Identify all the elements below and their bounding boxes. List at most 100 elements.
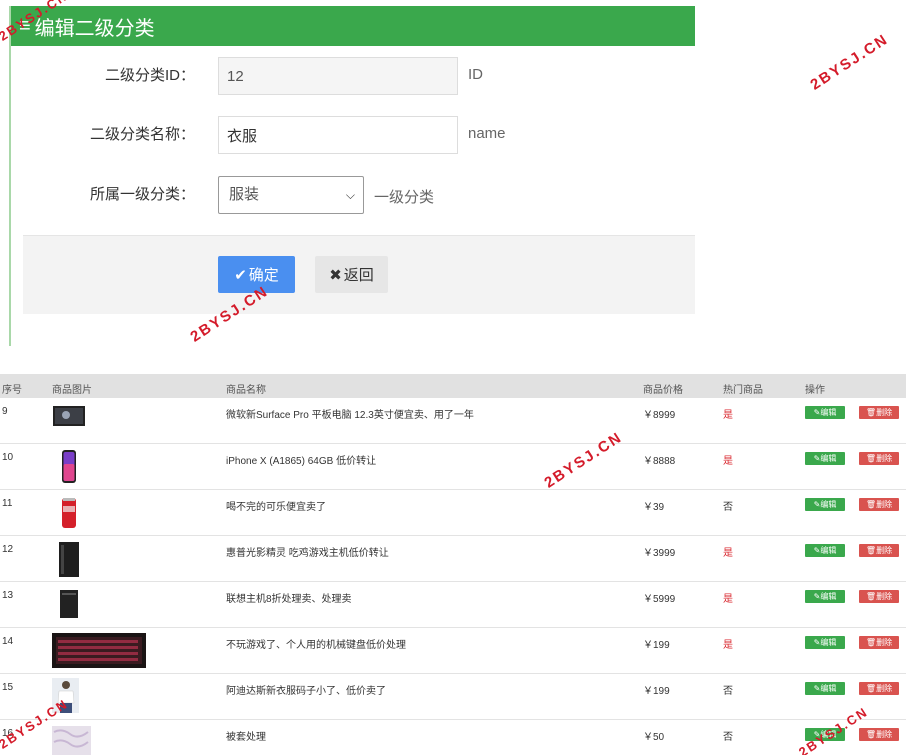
id-input[interactable]: [218, 57, 458, 95]
row-price: ￥3999: [643, 548, 676, 559]
name-label: 二级分类名称：: [89, 126, 195, 143]
edit-icon: ✎: [813, 500, 821, 509]
trash-icon: 🗑: [865, 500, 877, 509]
surface-image: [53, 406, 85, 426]
trash-icon: 🗑: [865, 730, 877, 739]
table-row: 12 惠普光影精灵 吃鸡游戏主机低价转让 ￥3999 是 ✎ 编辑 🗑 删除: [0, 536, 906, 582]
parent-hint: 一级分类: [374, 189, 435, 206]
parent-label: 所属一级分类：: [89, 186, 195, 203]
delete-button[interactable]: 🗑 删除: [859, 544, 899, 557]
delete-button[interactable]: 🗑 删除: [859, 636, 899, 649]
row-no: 12: [2, 544, 14, 555]
row-hot: 是: [723, 410, 733, 421]
table-header: 序号 商品图片 商品名称 商品价格 热门商品 操作: [0, 374, 906, 398]
header-actions: 操作: [805, 385, 825, 396]
edit-button[interactable]: ✎ 编辑: [805, 498, 845, 511]
row-name: 阿迪达斯新衣服码子小了、低价卖了: [226, 686, 386, 697]
lenovo-pc-image: [60, 590, 78, 618]
panel-header: ≡ 编辑二级分类: [11, 6, 695, 46]
row-name: 被套处理: [226, 732, 266, 743]
quilt-cover-image: [52, 726, 91, 755]
row-no: 11: [2, 498, 13, 509]
table-row: 11 喝不完的可乐便宜卖了 ￥39 否 ✎ 编辑 🗑 删除: [0, 490, 906, 536]
header-name: 商品名称: [226, 385, 266, 396]
row-hot: 是: [723, 594, 733, 605]
row-price: ￥199: [643, 640, 670, 651]
trash-icon: 🗑: [865, 592, 877, 601]
row-hot: 是: [723, 640, 733, 651]
row-no: 10: [2, 452, 14, 463]
table-row: 15 阿迪达斯新衣服码子小了、低价卖了 ￥199 否 ✎ 编辑 🗑 删除: [0, 674, 906, 720]
row-no: 13: [2, 590, 14, 601]
row-name: 联想主机8折处理卖、处理卖: [226, 594, 352, 605]
close-icon: ✖: [329, 266, 342, 284]
edit-icon: ✎: [813, 546, 821, 555]
row-price: ￥199: [643, 686, 670, 697]
table-row: 14 不玩游戏了、个人用的机械键盘低价处理 ￥199 是 ✎ 编辑 🗑 删除: [0, 628, 906, 674]
delete-button[interactable]: 🗑 删除: [859, 682, 899, 695]
form-row-parent: 所属一级分类： 服装 ⌵ 一级分类: [11, 176, 695, 216]
parent-category-select[interactable]: 服装 ⌵: [218, 176, 364, 214]
trash-icon: 🗑: [865, 408, 877, 417]
delete-button[interactable]: 🗑 删除: [859, 498, 899, 511]
row-no: 15: [2, 682, 14, 693]
edit-button[interactable]: ✎ 编辑: [805, 406, 845, 419]
confirm-label: 确定: [248, 267, 279, 284]
row-name: 惠普光影精灵 吃鸡游戏主机低价转让: [226, 548, 389, 559]
row-no: 9: [2, 406, 8, 417]
edit-button[interactable]: ✎ 编辑: [805, 452, 845, 465]
delete-button[interactable]: 🗑 删除: [859, 452, 899, 465]
trash-icon: 🗑: [865, 684, 877, 693]
parent-selected-value: 服装: [229, 186, 260, 203]
watermark: 2BYSJ.CN: [807, 30, 892, 94]
id-label: 二级分类ID：: [104, 67, 195, 84]
iphone-image: [62, 450, 76, 483]
row-name: 微软新Surface Pro 平板电脑 12.3英寸便宜卖、用了一年: [226, 410, 474, 421]
back-label: 返回: [343, 267, 374, 284]
row-hot: 是: [723, 548, 733, 559]
button-bar: ✔ 确定 ✖ 返回: [23, 235, 695, 314]
edit-button[interactable]: ✎ 编辑: [805, 590, 845, 603]
delete-button[interactable]: 🗑 删除: [859, 590, 899, 603]
desktop-tower-image: [59, 542, 79, 577]
name-hint: name: [468, 125, 506, 142]
row-hot: 否: [723, 686, 733, 697]
row-name: 喝不完的可乐便宜卖了: [226, 502, 326, 513]
header-price: 商品价格: [643, 385, 683, 396]
delete-button[interactable]: 🗑 删除: [859, 406, 899, 419]
row-price: ￥8999: [643, 410, 676, 421]
row-price: ￥39: [643, 502, 665, 513]
trash-icon: 🗑: [865, 638, 877, 647]
row-no: 14: [2, 636, 14, 647]
id-hint: ID: [468, 66, 483, 83]
row-hot: 是: [723, 456, 733, 467]
row-name: 不玩游戏了、个人用的机械键盘低价处理: [226, 640, 406, 651]
edit-button[interactable]: ✎ 编辑: [805, 544, 845, 557]
edit-icon: ✎: [813, 638, 821, 647]
edit-icon: ✎: [813, 408, 821, 417]
row-price: ￥5999: [643, 594, 676, 605]
form-row-name: 二级分类名称： name: [11, 116, 695, 156]
row-name: iPhone X (A1865) 64GB 低价转让: [226, 456, 377, 467]
edit-icon: ✎: [813, 592, 821, 601]
edit-button[interactable]: ✎ 编辑: [805, 682, 845, 695]
header-no: 序号: [2, 385, 22, 396]
row-hot: 否: [723, 732, 733, 743]
edit-button[interactable]: ✎ 编辑: [805, 636, 845, 649]
header-hot: 热门商品: [723, 385, 763, 396]
cola-can-image: [62, 498, 76, 528]
name-input[interactable]: [218, 116, 458, 154]
row-hot: 否: [723, 502, 733, 513]
delete-button[interactable]: 🗑 删除: [859, 728, 899, 741]
form-row-id: 二级分类ID： ID: [11, 57, 695, 97]
table-row: 9 微软新Surface Pro 平板电脑 12.3英寸便宜卖、用了一年 ￥89…: [0, 398, 906, 444]
chevron-down-icon: ⌵: [345, 188, 355, 202]
keyboard-image: [52, 633, 146, 668]
edit-icon: ✎: [813, 684, 821, 693]
row-price: ￥8888: [643, 456, 676, 467]
back-button[interactable]: ✖ 返回: [315, 256, 388, 293]
trash-icon: 🗑: [865, 454, 877, 463]
table-row: 16 被套处理 ￥50 否 ✎ 编辑 🗑 删除: [0, 720, 906, 755]
panel-title: 编辑二级分类: [34, 17, 155, 40]
edit-subcategory-panel: ≡ 编辑二级分类 二级分类ID： ID 二级分类名称： name 所属一级分类：…: [9, 6, 695, 346]
